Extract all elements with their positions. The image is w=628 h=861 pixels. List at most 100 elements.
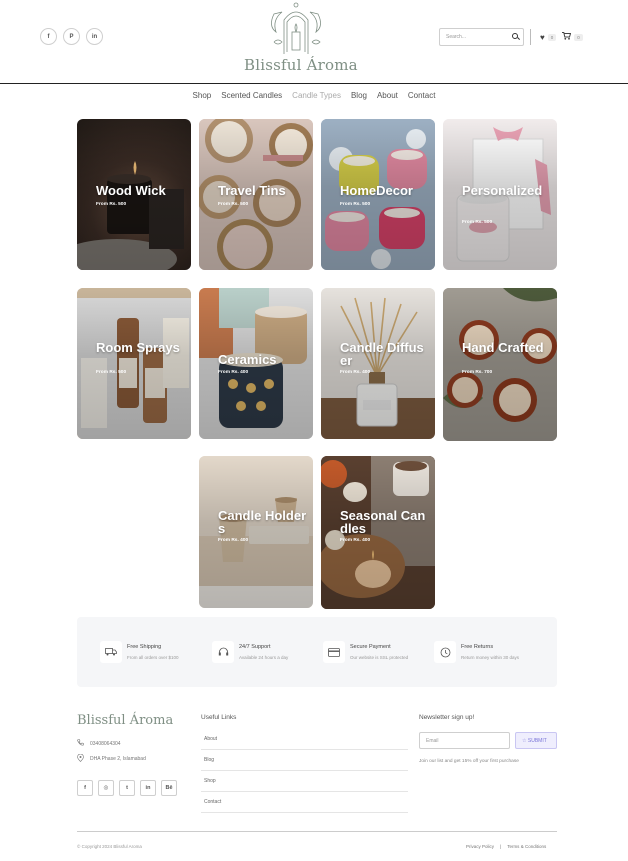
nav-candle-types[interactable]: Candle Types xyxy=(292,91,341,100)
feature-secure-payment: Secure Payment Our website is SSL protec… xyxy=(323,641,408,663)
category-price: From Rs. 700 xyxy=(462,370,493,375)
legal-separator: | xyxy=(500,844,502,849)
location-icon xyxy=(77,753,84,764)
footer-social-links: f ◎ t in Bē xyxy=(77,780,177,796)
footer-brand[interactable]: Blissful Ároma xyxy=(77,713,173,728)
submit-label: SUBMIT xyxy=(527,738,547,744)
footer-address: DHA Phase 2, Islamabad xyxy=(77,753,146,764)
legal-links: Privacy Policy | Terms & Conditions xyxy=(466,844,546,849)
category-card-hand-crafted[interactable]: Hand Crafted From Rs. 700 xyxy=(443,288,557,441)
newsletter-submit-button[interactable]: ☆ SUBMIT xyxy=(515,732,557,749)
linkedin-icon[interactable]: in xyxy=(86,28,103,45)
cart-icon[interactable] xyxy=(562,32,572,42)
pinterest-icon[interactable]: P xyxy=(63,28,80,45)
wishlist-count: 0 xyxy=(547,33,557,41)
category-card-seasonal-candles[interactable]: Seasonal Candles From Rs. 400 xyxy=(321,456,435,609)
search-icon[interactable] xyxy=(512,33,518,39)
email-placeholder: Email xyxy=(426,738,439,744)
footer-phone: 03408064304 xyxy=(77,739,121,748)
credit-card-icon xyxy=(323,641,345,663)
facebook-icon[interactable]: f xyxy=(77,780,93,796)
category-card-candle-holders[interactable]: Candle Holders From Rs. 400 xyxy=(199,456,313,608)
category-card-room-sprays[interactable]: Room Sprays From Rs. 500 xyxy=(77,288,191,439)
category-card-homedecor[interactable]: HomeDecor From Rs. 500 xyxy=(321,119,435,270)
features-bar: Free Shipping From all orders over $100 … xyxy=(77,617,557,687)
cart-count: 0 xyxy=(574,33,583,41)
category-title: Ceramics xyxy=(218,352,277,367)
feature-sub: From all orders over $100 xyxy=(127,655,179,660)
category-price: From Rs. 500 xyxy=(462,220,493,225)
heart-icon[interactable]: ♥ xyxy=(540,33,545,42)
newsletter-heading: Newsletter sign up! xyxy=(419,714,475,721)
feature-title: Free Shipping xyxy=(127,644,162,650)
nav-contact[interactable]: Contact xyxy=(408,91,436,100)
terms-link[interactable]: Terms & Conditions xyxy=(507,844,546,849)
search-input[interactable]: Search... xyxy=(439,28,524,46)
feature-support: 24/7 Support Available 24 hours a day xyxy=(212,641,288,663)
feature-free-shipping: Free Shipping From all orders over $100 xyxy=(100,641,179,663)
category-price: From Rs. 400 xyxy=(218,370,249,375)
category-card-travel-tins[interactable]: Travel Tins From Rs. 500 xyxy=(199,119,313,270)
nav-blog[interactable]: Blog xyxy=(351,91,367,100)
category-card-candle-diffuser[interactable]: Candle Diffuser From Rs. 400 xyxy=(321,288,435,439)
footer-link-about[interactable]: About xyxy=(201,729,408,750)
footer-link-shop[interactable]: Shop xyxy=(201,771,408,792)
facebook-icon[interactable]: f xyxy=(40,28,57,45)
category-price: From Rs. 400 xyxy=(340,370,371,375)
feature-title: Secure Payment xyxy=(350,644,391,650)
nav-shop[interactable]: Shop xyxy=(193,91,212,100)
phone-icon xyxy=(77,739,84,748)
headset-icon xyxy=(212,641,234,663)
footer-link-blog[interactable]: Blog xyxy=(201,750,408,771)
twitter-icon[interactable]: t xyxy=(119,780,135,796)
category-title: HomeDecor xyxy=(340,183,413,198)
instagram-icon[interactable]: ◎ xyxy=(98,780,114,796)
feature-sub: Return money within 30 days xyxy=(461,655,520,660)
site-logo[interactable]: Blissful Ároma xyxy=(244,2,358,76)
submit-icon: ☆ xyxy=(522,738,527,744)
feature-free-returns: Free Returns Return money within 30 days xyxy=(434,641,519,663)
search-placeholder: Search... xyxy=(446,34,467,40)
nav-scented-candles[interactable]: Scented Candles xyxy=(221,91,282,100)
brand-name: Blissful Ároma xyxy=(244,56,358,74)
returns-icon xyxy=(434,641,456,663)
main-nav: Shop Scented Candles Candle Types Blog A… xyxy=(0,91,628,100)
footer-link-contact[interactable]: Contact xyxy=(201,792,408,813)
category-title: Room Sprays xyxy=(96,340,180,355)
newsletter-note: Join our list and get 15% off your first… xyxy=(419,759,519,764)
category-title: Wood Wick xyxy=(96,183,166,198)
category-price: From Rs. 500 xyxy=(96,370,127,375)
category-price: From Rs. 500 xyxy=(340,202,371,207)
copyright-text: © Copyright 2024 Blissful Aroma xyxy=(77,844,142,849)
category-title: Hand Crafted xyxy=(462,340,544,355)
header-social-links: f P in xyxy=(40,28,103,45)
category-title: Travel Tins xyxy=(218,183,286,198)
behance-icon[interactable]: Bē xyxy=(161,780,177,796)
category-price: From Rs. 500 xyxy=(218,202,249,207)
category-price: From Rs. 400 xyxy=(218,538,249,543)
useful-links-heading: Useful Links xyxy=(201,714,237,721)
category-card-personalized[interactable]: Personalized From Rs. 500 xyxy=(443,119,557,270)
address-text: DHA Phase 2, Islamabad xyxy=(90,756,146,762)
privacy-policy-link[interactable]: Privacy Policy xyxy=(466,844,494,849)
category-title: Personalized xyxy=(462,183,543,198)
feature-title: Free Returns xyxy=(461,644,494,650)
site-header: f P in Blissful Ároma Search... ♥ 0 0 xyxy=(0,0,628,84)
category-price: From Rs. 400 xyxy=(340,538,371,543)
header-actions: ♥ 0 0 xyxy=(540,32,583,42)
feature-title: 24/7 Support xyxy=(239,644,271,650)
phone-number: 03408064304 xyxy=(90,740,121,747)
category-title: Candle Diffuser xyxy=(340,340,424,368)
newsletter-email-input[interactable]: Email xyxy=(419,732,510,749)
card-shade xyxy=(443,288,557,441)
linkedin-icon[interactable]: in xyxy=(140,780,156,796)
category-card-ceramics[interactable]: Ceramics From Rs. 400 xyxy=(199,288,313,439)
card-shade xyxy=(77,288,191,439)
category-card-wood-wick[interactable]: Wood Wick From Rs. 500 xyxy=(77,119,191,270)
category-title: Seasonal Candles xyxy=(340,508,426,536)
category-title: Candle Holders xyxy=(218,508,307,536)
nav-about[interactable]: About xyxy=(377,91,398,100)
header-divider xyxy=(530,29,531,45)
footer-divider xyxy=(77,831,557,832)
feature-sub: Our website is SSL protected xyxy=(350,655,409,660)
